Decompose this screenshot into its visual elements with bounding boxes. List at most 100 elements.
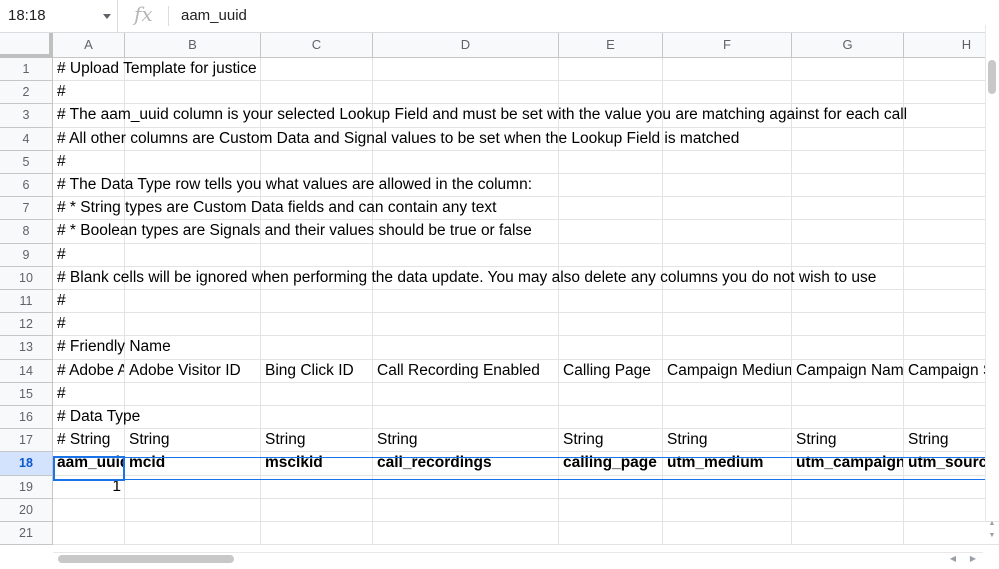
grid-cell[interactable] bbox=[261, 498, 373, 522]
scroll-left-icon[interactable]: ◀ bbox=[948, 554, 958, 564]
row-header-1[interactable]: 1 bbox=[0, 58, 53, 82]
grid-cell[interactable] bbox=[261, 243, 373, 267]
vertical-scrollbar[interactable] bbox=[985, 25, 999, 521]
grid-cell[interactable] bbox=[663, 243, 792, 267]
grid-cell[interactable] bbox=[373, 522, 559, 546]
grid-cell[interactable] bbox=[125, 382, 261, 406]
grid-cell[interactable] bbox=[663, 220, 792, 244]
grid-cell[interactable] bbox=[792, 498, 904, 522]
grid-cell[interactable] bbox=[792, 81, 904, 105]
grid-cell[interactable] bbox=[261, 313, 373, 337]
formula-input[interactable]: aam_uuid bbox=[181, 7, 247, 24]
row-header-7[interactable]: 7 bbox=[0, 197, 53, 221]
grid-cell[interactable] bbox=[663, 406, 792, 430]
grid-cell[interactable] bbox=[261, 290, 373, 314]
grid-cell[interactable] bbox=[792, 197, 904, 221]
grid-cell[interactable] bbox=[53, 498, 125, 522]
grid-cell[interactable] bbox=[559, 81, 663, 105]
grid-cell[interactable] bbox=[373, 382, 559, 406]
grid-cell[interactable] bbox=[125, 313, 261, 337]
grid-cell[interactable] bbox=[559, 58, 663, 82]
column-header-g[interactable]: G bbox=[792, 33, 904, 58]
grid-cell[interactable] bbox=[663, 382, 792, 406]
row-header-20[interactable]: 20 bbox=[0, 498, 53, 522]
grid-cell[interactable] bbox=[125, 522, 261, 546]
grid-cell[interactable] bbox=[373, 406, 559, 430]
grid-cell[interactable] bbox=[792, 475, 904, 499]
scroll-right-icon[interactable]: ▶ bbox=[968, 554, 978, 564]
row-header-11[interactable]: 11 bbox=[0, 290, 53, 314]
grid-cell[interactable] bbox=[559, 406, 663, 430]
grid-cell[interactable] bbox=[792, 220, 904, 244]
column-header-d[interactable]: D bbox=[373, 33, 559, 58]
grid-cell[interactable] bbox=[663, 475, 792, 499]
grid-cell[interactable] bbox=[559, 243, 663, 267]
row-header-9[interactable]: 9 bbox=[0, 243, 53, 267]
grid-cell[interactable] bbox=[559, 475, 663, 499]
grid-cell[interactable] bbox=[792, 313, 904, 337]
row-header-4[interactable]: 4 bbox=[0, 127, 53, 151]
grid-cell[interactable] bbox=[559, 498, 663, 522]
grid-cell[interactable] bbox=[261, 336, 373, 360]
row-header-10[interactable]: 10 bbox=[0, 266, 53, 290]
row-header-17[interactable]: 17 bbox=[0, 429, 53, 453]
grid-cell[interactable] bbox=[373, 150, 559, 174]
scroll-up-icon[interactable]: ▲ bbox=[988, 520, 996, 528]
grid-cell[interactable] bbox=[53, 522, 125, 546]
grid-cell[interactable] bbox=[792, 243, 904, 267]
row-header-14[interactable]: 14 bbox=[0, 359, 53, 383]
grid-cell[interactable] bbox=[125, 498, 261, 522]
row-header-21[interactable]: 21 bbox=[0, 522, 53, 546]
grid-cell[interactable] bbox=[125, 81, 261, 105]
grid-cell[interactable] bbox=[261, 81, 373, 105]
grid-cell[interactable] bbox=[663, 197, 792, 221]
row-header-6[interactable]: 6 bbox=[0, 174, 53, 198]
chevron-down-icon[interactable] bbox=[103, 14, 111, 19]
grid-cell[interactable] bbox=[125, 243, 261, 267]
column-header-b[interactable]: B bbox=[125, 33, 261, 58]
grid-cell[interactable] bbox=[663, 58, 792, 82]
select-all-corner[interactable] bbox=[0, 33, 53, 58]
row-header-2[interactable]: 2 bbox=[0, 81, 53, 105]
horizontal-scrollbar-thumb[interactable] bbox=[58, 555, 234, 563]
grid-cell[interactable] bbox=[559, 522, 663, 546]
grid-cell[interactable] bbox=[559, 150, 663, 174]
grid-cell[interactable] bbox=[261, 475, 373, 499]
grid-cell[interactable] bbox=[559, 220, 663, 244]
grid-cell[interactable] bbox=[663, 336, 792, 360]
row-header-8[interactable]: 8 bbox=[0, 220, 53, 244]
row-header-13[interactable]: 13 bbox=[0, 336, 53, 360]
grid-cell[interactable] bbox=[373, 498, 559, 522]
grid-cell[interactable] bbox=[125, 290, 261, 314]
row-header-18[interactable]: 18 bbox=[0, 452, 53, 476]
grid-cell[interactable] bbox=[373, 290, 559, 314]
grid-cell[interactable] bbox=[261, 58, 373, 82]
row-header-15[interactable]: 15 bbox=[0, 382, 53, 406]
grid-cell[interactable] bbox=[792, 58, 904, 82]
grid-cell[interactable] bbox=[792, 336, 904, 360]
grid-cell[interactable] bbox=[125, 475, 261, 499]
grid-cell[interactable] bbox=[792, 174, 904, 198]
grid-cell[interactable] bbox=[792, 127, 904, 151]
grid-cell[interactable] bbox=[373, 475, 559, 499]
grid-cell[interactable] bbox=[559, 313, 663, 337]
grid-cell[interactable] bbox=[261, 382, 373, 406]
grid-cell[interactable] bbox=[373, 58, 559, 82]
name-box[interactable]: 18:18 bbox=[0, 0, 118, 32]
grid-cell[interactable] bbox=[373, 81, 559, 105]
row-header-3[interactable]: 3 bbox=[0, 104, 53, 128]
row-header-12[interactable]: 12 bbox=[0, 313, 53, 337]
grid-cell[interactable] bbox=[663, 290, 792, 314]
grid-cell[interactable] bbox=[125, 406, 261, 430]
grid-cell[interactable] bbox=[663, 150, 792, 174]
grid-cell[interactable] bbox=[559, 336, 663, 360]
grid-cell[interactable] bbox=[373, 313, 559, 337]
grid-cell[interactable] bbox=[663, 498, 792, 522]
grid-cell[interactable] bbox=[663, 81, 792, 105]
vertical-scrollbar-thumb[interactable] bbox=[988, 60, 996, 94]
grid-cell[interactable] bbox=[559, 174, 663, 198]
column-header-e[interactable]: E bbox=[559, 33, 663, 58]
row-header-19[interactable]: 19 bbox=[0, 475, 53, 499]
grid-cell[interactable] bbox=[559, 382, 663, 406]
row-header-5[interactable]: 5 bbox=[0, 150, 53, 174]
